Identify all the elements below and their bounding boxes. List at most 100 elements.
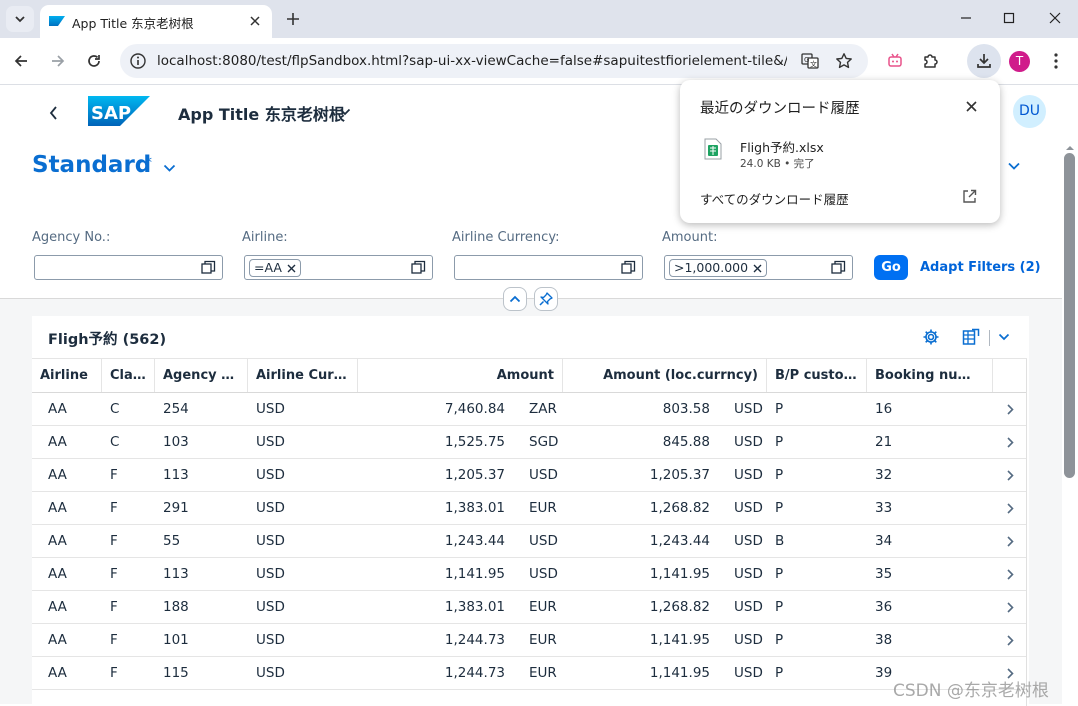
table-row[interactable]: AA F 101 USD 1,244.73 EUR 1,141.95 USD P 38 [32,624,1027,657]
gear-icon[interactable] [922,328,940,346]
sap-logo[interactable]: SAP [88,96,150,126]
scroll-up-arrow-icon[interactable] [1065,145,1075,151]
column-header-booking-number[interactable]: Booking number [867,359,993,392]
chevron-right-icon[interactable] [1006,635,1014,646]
table-row[interactable]: AA F 291 USD 1,383.01 EUR 1,268.82 USD P 33 [32,492,1027,525]
chevron-right-icon[interactable] [1006,602,1014,613]
column-header-bp-customer[interactable]: B/P customer [767,359,867,392]
chevron-left-icon [49,106,57,120]
back-button[interactable] [8,48,34,74]
close-icon[interactable] [287,264,296,273]
app-title[interactable]: App Title 东京老树根 [178,101,345,125]
cell-amount-cur: ZAR [529,401,557,417]
chevron-right-icon[interactable] [1006,536,1014,547]
column-header-agency[interactable]: Agency No. [155,359,248,392]
url-text[interactable]: localhost:8080/test/flpSandbox.html?sap-… [157,53,787,69]
chevron-down-icon[interactable] [1007,161,1021,171]
cell-loc: 1,268.82 [649,500,710,516]
spreadsheet-file-icon[interactable] [704,138,722,160]
cell-booking: 36 [875,599,893,615]
downloads-popup: 最近のダウンロード履歴 Fligh予約.xlsx 24.0 KB • 完了 すべ… [680,80,1000,223]
cell-bp: P [775,665,784,681]
open-external-icon[interactable] [962,189,977,204]
chevron-down-icon[interactable] [998,332,1010,342]
profile-avatar[interactable]: T [1009,51,1030,72]
extensions-button[interactable] [918,48,944,74]
table-row[interactable]: AA F 113 USD 1,141.95 USD 1,141.95 USD P 35 [32,558,1027,591]
browser-menu-button[interactable] [1043,48,1069,74]
cell-agency: 254 [163,401,189,417]
info-icon[interactable] [129,52,147,70]
filter-input-agency[interactable] [34,255,223,280]
filter-token[interactable]: =AA [249,259,301,277]
spreadsheet-export-icon[interactable] [962,328,980,346]
close-icon[interactable] [753,264,762,273]
cell-loc-cur: USD [734,599,763,615]
adapt-filters-button[interactable]: Adapt Filters (2) [920,260,1041,275]
column-header-airline[interactable]: Airline [32,359,102,392]
table-row[interactable]: AA C 254 USD 7,460.84 ZAR 803.58 USD P 16 [32,393,1027,426]
column-header-currency[interactable]: Airline Curre... [248,359,358,392]
forward-button[interactable] [45,48,71,74]
chevron-right-icon[interactable] [1006,470,1014,481]
download-file-name[interactable]: Fligh予約.xlsx [740,137,824,156]
arrow-right-icon [52,55,65,67]
translate-icon[interactable]: G文 [801,52,819,70]
cell-amount: 1,141.95 [444,566,505,582]
cell-amount: 1,383.01 [444,500,505,516]
cell-cls: F [110,467,118,483]
column-header-amount[interactable]: Amount [358,359,563,392]
browser-tab-active[interactable]: App Title 东京老树根 [40,5,272,38]
address-bar[interactable]: localhost:8080/test/flpSandbox.html?sap-… [120,44,868,78]
chevron-right-icon[interactable] [1006,503,1014,514]
downloads-close-button[interactable] [961,96,981,116]
value-help-icon[interactable] [411,260,426,275]
toolbar-separator [989,330,990,346]
filter-input-currency[interactable] [454,255,643,280]
downloads-button[interactable] [967,44,1001,78]
reload-button[interactable] [81,48,107,74]
collapse-header-button[interactable] [503,287,527,311]
pin-icon [539,292,553,306]
scrollbar-thumb[interactable] [1064,153,1075,478]
window-maximize-button[interactable] [996,6,1022,30]
table-row[interactable]: AA F 188 USD 1,383.01 EUR 1,268.82 USD P 36 [32,591,1027,624]
cell-amount: 1,243.44 [444,533,505,549]
all-downloads-link[interactable]: すべてのダウンロード履歴 [700,189,849,208]
filter-token[interactable]: >1,000.000 [669,259,768,277]
table-row[interactable]: AA F 55 USD 1,243.44 USD 1,243.44 USD B 34 [32,525,1027,558]
window-minimize-button[interactable] [953,6,979,30]
window-close-button[interactable] [1042,6,1068,30]
watermark: CSDN @东京老树根 [893,681,1049,701]
value-help-icon[interactable] [201,260,216,275]
filter-input-amount[interactable]: >1,000.000 [664,255,853,280]
user-avatar[interactable]: DU [1013,95,1046,128]
table-row[interactable]: AA F 113 USD 1,205.37 USD 1,205.37 USD P 32 [32,459,1027,492]
tab-close-button[interactable] [246,12,264,30]
go-button[interactable]: Go [874,255,908,280]
column-header-class[interactable]: Class [102,359,155,392]
chevron-down-icon[interactable] [339,107,351,117]
chevron-right-icon[interactable] [1006,404,1014,415]
table-row[interactable]: AA F 115 USD 1,244.73 EUR 1,141.95 USD P 39 [32,657,1027,690]
cell-bp: B [775,533,785,549]
star-icon[interactable] [835,52,853,70]
value-help-icon[interactable] [831,260,846,275]
column-header-amount-local[interactable]: Amount (loc.currncy) [563,359,767,392]
tab-search-button[interactable] [6,6,34,32]
table-row[interactable]: AA C 103 USD 1,525.75 SGD 845.88 USD P 21 [32,426,1027,459]
filter-input-airline[interactable]: =AA [244,255,433,280]
extension-app-button[interactable] [882,48,908,74]
pin-header-button[interactable] [534,287,558,311]
cell-curr: USD [256,434,285,450]
chevron-right-icon[interactable] [1006,437,1014,448]
table-right-border [1026,359,1027,706]
variant-name[interactable]: Standard [32,152,151,178]
cell-amount-cur: USD [529,467,558,483]
new-tab-button[interactable] [282,8,304,30]
cell-bp: P [775,599,784,615]
shell-back-button[interactable] [46,105,62,121]
chevron-right-icon[interactable] [1006,569,1014,580]
value-help-icon[interactable] [621,260,636,275]
chevron-down-icon[interactable] [163,163,176,173]
